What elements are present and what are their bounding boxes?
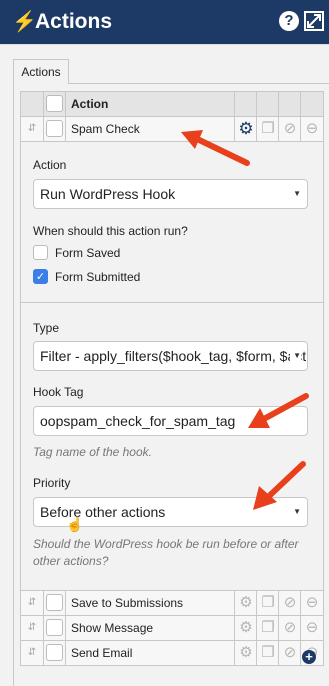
add-action-button[interactable]: + [302, 650, 316, 664]
header-cell [256, 92, 279, 116]
title-bar: ⚡ Actions ? [0, 0, 329, 44]
header-check-cell [44, 92, 66, 116]
window-title: Actions [35, 10, 113, 33]
table-row[interactable]: ⇵ Save to Submissions ⚙ ❐ ⊘ ⊖ [20, 591, 324, 616]
remove-icon[interactable]: ⊖ [300, 616, 323, 640]
priority-label: Priority [33, 476, 71, 490]
annotation-arrow [253, 461, 306, 510]
action-label[interactable]: Spam Check [71, 117, 140, 141]
remove-icon[interactable]: ⊖ [300, 117, 323, 141]
disable-icon[interactable]: ⊘ [278, 641, 301, 665]
action-type-label: Action [33, 158, 67, 172]
when-label: When should this action run? [33, 224, 188, 238]
gear-icon[interactable]: ⚙ [234, 591, 257, 615]
row-checkbox[interactable] [46, 120, 63, 137]
copy-icon[interactable]: ❐ [256, 591, 279, 615]
header-action-label: Action [71, 97, 109, 111]
priority-value: Before other actions [40, 504, 166, 520]
gear-icon[interactable]: ⚙ [234, 641, 257, 665]
table-row[interactable]: ⇵ Spam Check ⚙ ❐ ⊘ ⊖ [20, 117, 324, 142]
copy-icon[interactable]: ❐ [256, 641, 279, 665]
copy-icon[interactable]: ❐ [256, 117, 279, 141]
action-type-select[interactable]: Run WordPress Hook ▼ [33, 179, 308, 209]
table-row[interactable]: ⇵ Show Message ⚙ ❐ ⊘ ⊖ [20, 616, 324, 641]
tab-content: Action ⇵ Spam Check ⚙ ❐ ⊘ ⊖ Action Run W… [13, 83, 329, 686]
action-label[interactable]: Show Message [71, 616, 153, 640]
drag-handle-icon[interactable]: ⇵ [21, 591, 44, 615]
actions-grid: Action ⇵ Spam Check ⚙ ❐ ⊘ ⊖ Action Run W… [20, 91, 324, 666]
checkmark-icon[interactable]: ✓ [33, 269, 48, 284]
row-check-cell [44, 616, 66, 640]
form-submitted-label: Form Submitted [55, 270, 141, 284]
type-label: Type [33, 321, 60, 335]
header-cell [278, 92, 301, 116]
table-row[interactable]: ⇵ Send Email ⚙ ❐ ⊘ ⊖ [20, 641, 324, 666]
type-value: Filter - apply_filters($hook_tag, $form,… [40, 348, 308, 364]
header-cell [234, 92, 257, 116]
row-checkbox[interactable] [46, 644, 63, 661]
row-checkbox[interactable] [46, 594, 63, 611]
checkbox-box[interactable] [33, 245, 48, 260]
row-check-cell [44, 641, 66, 665]
chevron-down-icon: ▼ [290, 342, 301, 370]
action-label[interactable]: Send Email [71, 641, 132, 665]
annotation-arrow [181, 130, 250, 166]
chevron-down-icon: ▼ [293, 189, 301, 198]
disable-icon[interactable]: ⊘ [278, 616, 301, 640]
help-icon[interactable]: ? [279, 11, 299, 31]
annotation-arrow [248, 393, 309, 428]
row-check-cell [44, 117, 66, 141]
gear-icon[interactable]: ⚙ [234, 616, 257, 640]
disable-icon[interactable]: ⊘ [278, 117, 301, 141]
header-drag-cell [21, 92, 44, 116]
copy-icon[interactable]: ❐ [256, 616, 279, 640]
bolt-icon: ⚡ [12, 11, 37, 33]
remove-icon[interactable]: ⊖ [300, 591, 323, 615]
hook-tag-value: oopspam_check_for_spam_tag [40, 413, 236, 429]
form-saved-label: Form Saved [55, 246, 121, 260]
action-type-value: Run WordPress Hook [40, 186, 176, 202]
drag-handle-icon[interactable]: ⇵ [21, 616, 44, 640]
disable-icon[interactable]: ⊘ [278, 591, 301, 615]
header-cell [300, 92, 323, 116]
drag-handle-icon[interactable]: ⇵ [21, 117, 44, 141]
hook-tag-label: Hook Tag [33, 385, 84, 399]
drag-handle-icon[interactable]: ⇵ [21, 641, 44, 665]
action-label[interactable]: Save to Submissions [71, 591, 183, 615]
hand-cursor-icon: ☝ [66, 516, 84, 532]
type-select[interactable]: Filter - apply_filters($hook_tag, $form,… [33, 341, 308, 371]
expand-icon[interactable] [304, 11, 324, 31]
grid-header: Action [20, 91, 324, 117]
row-check-cell [44, 591, 66, 615]
priority-help: Should the WordPress hook be run before … [33, 537, 299, 568]
select-all-checkbox[interactable] [46, 95, 63, 112]
row-checkbox[interactable] [46, 619, 63, 636]
hook-tag-help: Tag name of the hook. [33, 445, 152, 459]
tab-actions[interactable]: Actions [13, 59, 69, 84]
actions-panel: Actions Action ⇵ Spam Check ⚙ ❐ ⊘ ⊖ Acti… [0, 44, 329, 686]
settings-divider [21, 302, 323, 303]
